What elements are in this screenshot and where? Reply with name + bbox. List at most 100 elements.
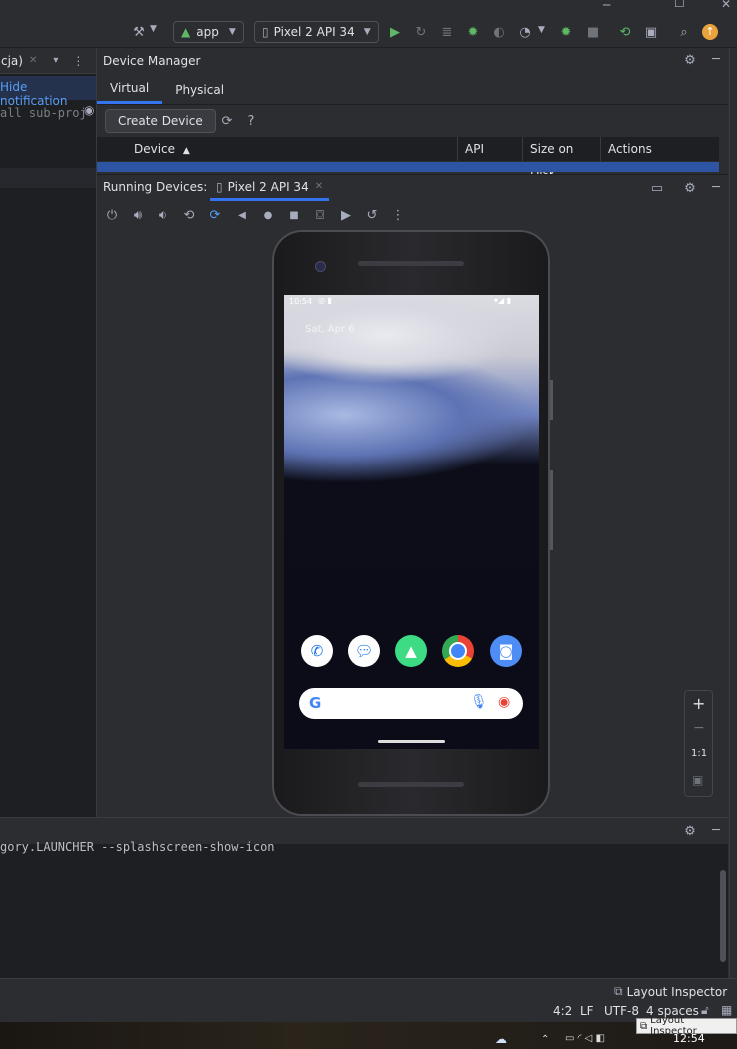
- rerun-icon[interactable]: ↻: [413, 24, 429, 40]
- gesture-handle[interactable]: [378, 740, 445, 743]
- file-encoding[interactable]: UTF-8: [604, 1004, 639, 1018]
- layout-inspector-label: Layout Inspector: [626, 984, 728, 999]
- phone-icon: ▯: [216, 179, 223, 194]
- close-icon[interactable]: ✕: [721, 0, 731, 11]
- col-device[interactable]: Device ▲: [127, 137, 457, 161]
- running-devices-header: Running Devices: ▯ Pixel 2 API 34 ✕ ▭ ⚙ …: [97, 174, 728, 201]
- chevron-down-icon: ▼: [363, 27, 371, 37]
- device-tab[interactable]: ▯ Pixel 2 API 34 ✕: [210, 175, 330, 201]
- wallpaper: [284, 295, 539, 749]
- more-vert-icon[interactable]: ⋮: [72, 54, 84, 68]
- zoom-out-icon[interactable]: −: [693, 720, 705, 736]
- zoom-one-to-one[interactable]: 1:1: [691, 748, 707, 759]
- speaker-grille: [358, 261, 464, 266]
- home-icon[interactable]: ●: [260, 207, 276, 223]
- create-device-button[interactable]: Create Device: [105, 109, 216, 133]
- overview-icon[interactable]: ■: [286, 207, 302, 223]
- snapshot-icon[interactable]: ↺: [364, 207, 380, 223]
- gear-icon[interactable]: ⚙: [682, 52, 698, 68]
- fit-screen-icon[interactable]: ▣: [692, 773, 703, 787]
- minimize-panel-icon[interactable]: ─: [708, 51, 724, 67]
- attach-process-icon[interactable]: ✹: [558, 24, 574, 40]
- update-icon[interactable]: ↑: [702, 24, 718, 40]
- hide-notification-link[interactable]: Hide notification: [0, 80, 96, 108]
- editor-tab-label: cja): [1, 53, 23, 68]
- weather-icon[interactable]: ☁: [495, 1032, 507, 1046]
- layout-inspector-tooltip: ⧉ Layout Inspector: [636, 1015, 737, 1037]
- line-separator[interactable]: LF: [580, 1004, 594, 1018]
- lens-icon[interactable]: ◉: [498, 694, 510, 710]
- layout-inspector-widget[interactable]: ⧉ Layout Inspector: [614, 984, 727, 999]
- tray-icons[interactable]: ▭ ◜ ◁︎ ◧: [565, 1033, 605, 1044]
- table-scrollbar[interactable]: [720, 137, 728, 173]
- sync-gradle-icon[interactable]: ⟲: [617, 24, 633, 40]
- gear-icon[interactable]: ⚙: [682, 823, 698, 839]
- window-titlebar: ─ ☐ ✕: [0, 0, 737, 18]
- minimize-panel-icon[interactable]: ─: [708, 179, 724, 195]
- minimize-icon[interactable]: ─: [603, 0, 610, 12]
- date-widget[interactable]: Sat, Apr 6: [305, 324, 355, 335]
- stop-icon[interactable]: ■: [585, 24, 601, 40]
- selected-device-row[interactable]: [97, 162, 719, 172]
- maximize-icon[interactable]: ☐: [674, 0, 685, 10]
- output-scrollbar[interactable]: [720, 870, 726, 962]
- profile-icon[interactable]: ◔: [517, 24, 533, 40]
- minimize-panel-icon[interactable]: ─: [708, 822, 724, 838]
- device-tab-label: Pixel 2 API 34: [227, 179, 309, 194]
- col-api[interactable]: API: [457, 137, 522, 161]
- android-icon: ▲: [181, 25, 191, 39]
- zoom-in-icon[interactable]: +: [692, 694, 705, 713]
- help-icon[interactable]: ?: [243, 113, 259, 129]
- tab-virtual[interactable]: Virtual: [97, 75, 163, 104]
- run-icon[interactable]: ▶: [387, 24, 403, 40]
- main-toolbar: ⚒ ▼ ▲ app ▼ ▯ Pixel 2 API 34 ▼ ▶ ↻ ≣ ✹ ◐…: [0, 18, 737, 48]
- android-app-icon[interactable]: ▲: [395, 635, 427, 667]
- device-screen[interactable]: 10:54 ◎ ▮ ▾◢ ▮ Sat, Apr 6 ✆ 💬︎ ▲ ◙ G 🎙︎ …: [284, 295, 539, 749]
- chevron-down-icon[interactable]: ▼: [538, 25, 545, 35]
- caret-position[interactable]: 4:2: [553, 1004, 572, 1018]
- col-device-label: Device: [134, 142, 176, 156]
- volume-down-icon[interactable]: 🔉︎: [155, 207, 171, 223]
- run-output-panel: ⚙ ─ gory.LAUNCHER --splashscreen-show-ic…: [0, 817, 728, 979]
- col-api-label: API: [465, 142, 484, 156]
- camera-icon[interactable]: ⌼: [312, 207, 328, 223]
- back-icon[interactable]: ◀: [234, 207, 250, 223]
- apply-changes-icon[interactable]: ≣: [439, 24, 455, 40]
- close-tab-icon[interactable]: ✕: [315, 181, 323, 192]
- attach-debugger-icon[interactable]: ◐: [491, 24, 507, 40]
- volume-up-icon[interactable]: 🔊︎: [130, 207, 146, 223]
- more-vert-icon[interactable]: ⋮: [390, 207, 406, 223]
- hammer-icon[interactable]: ⚒: [131, 24, 147, 40]
- eye-icon[interactable]: ◉: [84, 103, 94, 117]
- output-line: gory.LAUNCHER --splashscreen-show-icon: [0, 840, 275, 854]
- screen-record-icon[interactable]: ▶: [338, 207, 354, 223]
- device-manager-icon[interactable]: ▣: [643, 24, 659, 40]
- col-size[interactable]: Size on Disk: [522, 137, 600, 180]
- chevron-down-icon[interactable]: ▼: [150, 24, 157, 34]
- camera-app-icon[interactable]: ◙: [490, 635, 522, 667]
- phone-app-icon[interactable]: ✆: [301, 635, 333, 667]
- tab-virtual-label: Virtual: [110, 81, 150, 95]
- col-actions[interactable]: Actions: [600, 137, 719, 161]
- run-config-selector[interactable]: ▲ app ▼: [173, 21, 244, 43]
- rotate-right-icon[interactable]: ⟳: [207, 207, 223, 223]
- editor-tab[interactable]: cja) ✕ ▾ ⋮: [0, 48, 96, 74]
- device-selector[interactable]: ▯ Pixel 2 API 34 ▼: [254, 21, 379, 43]
- debug-icon[interactable]: ✹: [465, 24, 481, 40]
- chevron-down-icon[interactable]: ▾: [53, 55, 58, 66]
- messages-app-icon[interactable]: 💬︎: [348, 635, 380, 667]
- window-icon[interactable]: ▭: [649, 180, 665, 196]
- panel-title: Device Manager: [103, 54, 201, 68]
- tab-physical[interactable]: Physical: [162, 77, 237, 103]
- gear-icon[interactable]: ⚙: [682, 180, 698, 196]
- chrome-app-icon[interactable]: [442, 635, 474, 667]
- tray-chevron-icon[interactable]: ⌃: [541, 1034, 549, 1045]
- refresh-icon[interactable]: ⟳: [219, 113, 235, 129]
- rotate-left-icon[interactable]: ⟲: [181, 207, 197, 223]
- close-tab-icon[interactable]: ✕: [29, 55, 37, 66]
- mic-icon[interactable]: 🎙︎: [470, 694, 488, 710]
- search-icon[interactable]: ⌕: [676, 24, 692, 40]
- power-icon[interactable]: ⏻: [104, 207, 120, 223]
- sort-asc-icon: ▲: [182, 146, 190, 156]
- google-search-bar[interactable]: G 🎙︎ ◉: [299, 688, 523, 719]
